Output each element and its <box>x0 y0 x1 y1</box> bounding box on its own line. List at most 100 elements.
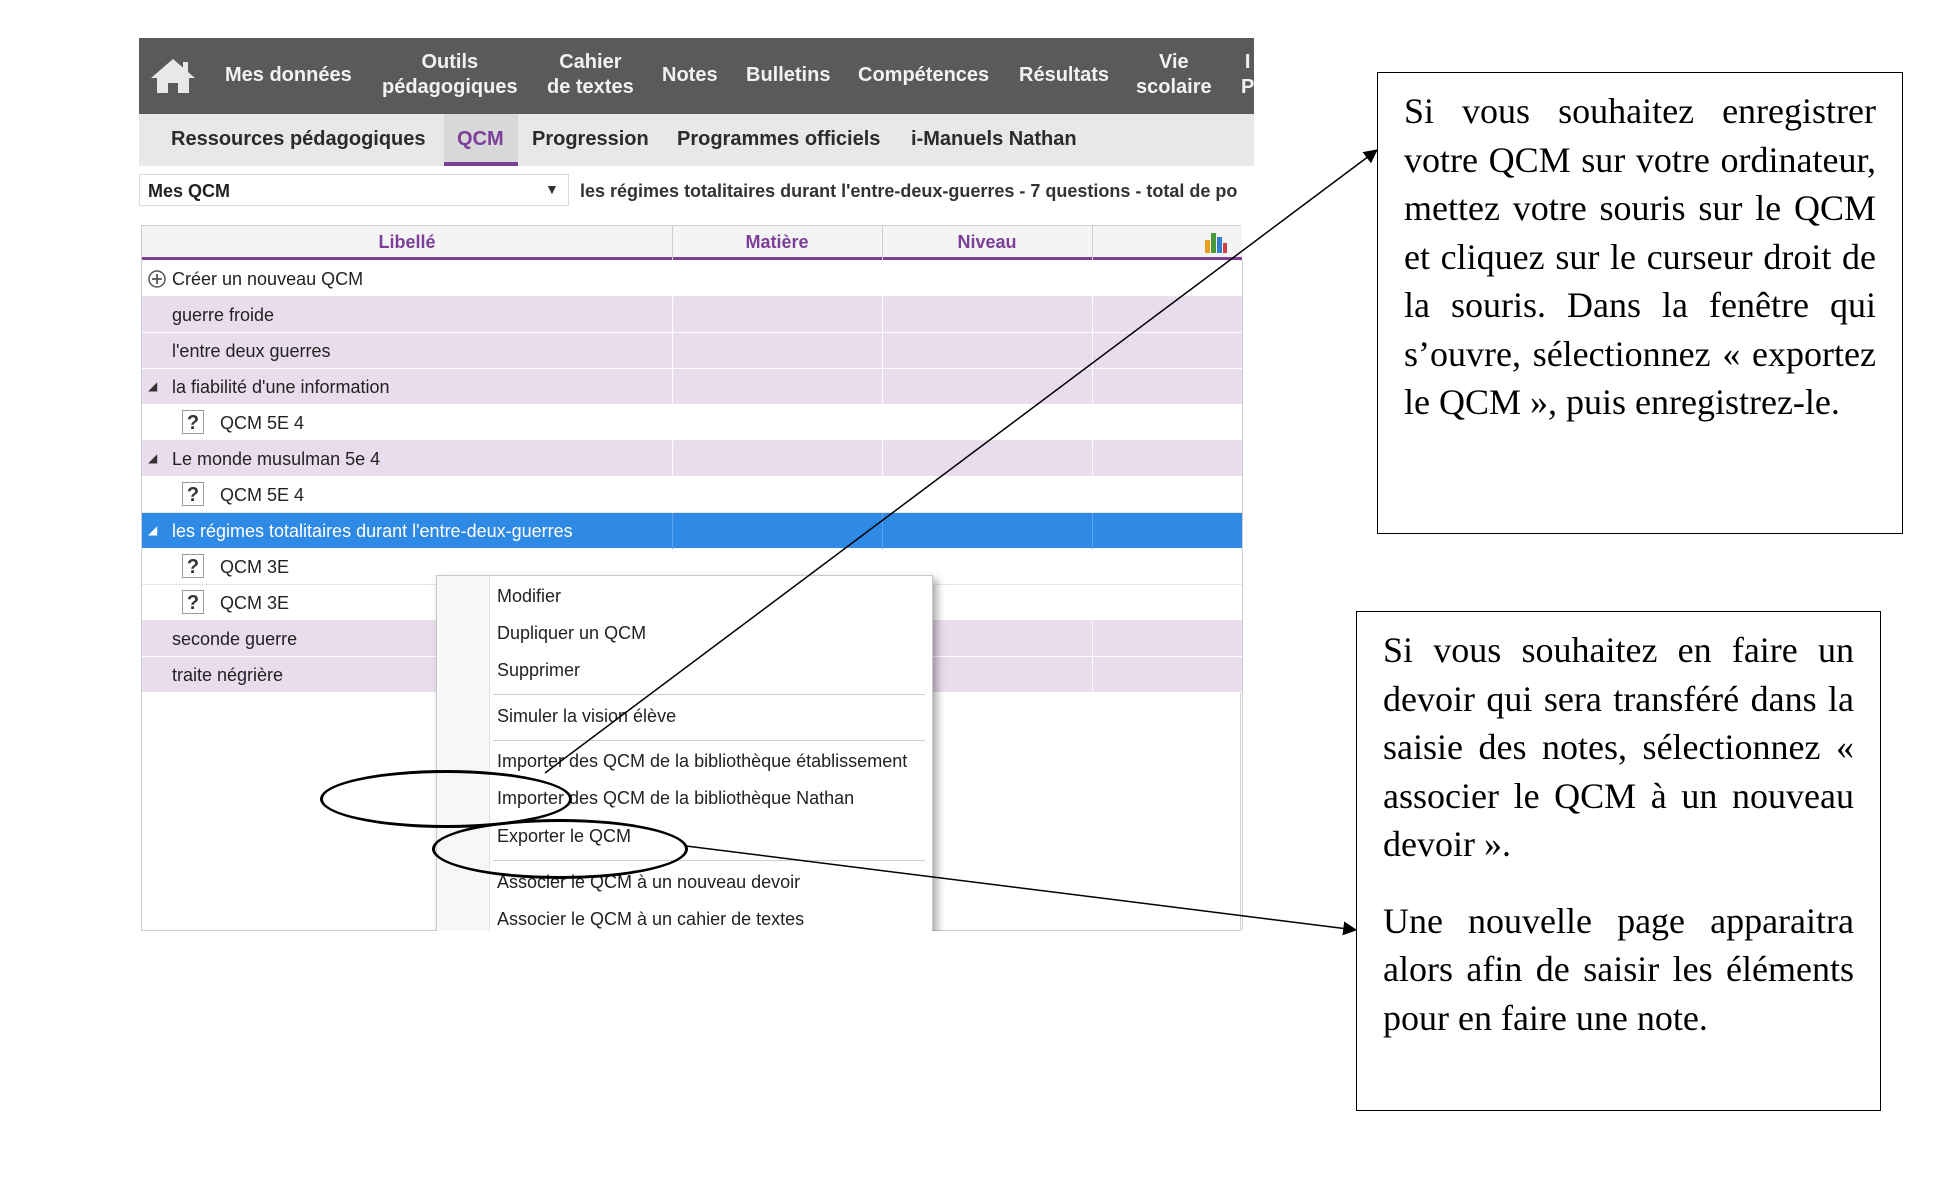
cell-divider <box>672 297 673 333</box>
top-navigation: Mes données Outils pédagogiques Cahier d… <box>139 38 1254 114</box>
tab-programmes-officiels[interactable]: Programmes officiels <box>677 128 880 151</box>
column-divider <box>1092 226 1093 260</box>
tab-i-manuels-nathan[interactable]: i-Manuels Nathan <box>911 128 1077 151</box>
nav-label-line: P <box>1241 76 1254 98</box>
highlight-associer-ellipse <box>432 819 688 879</box>
cell-divider <box>1092 297 1093 333</box>
chevron-down-icon[interactable]: ▼ <box>545 181 559 197</box>
row-label: les régimes totalitaires durant l'entre-… <box>172 521 573 541</box>
menu-item-simuler[interactable]: Simuler la vision élève <box>497 706 676 727</box>
qcm-question-icon: ? <box>182 482 204 506</box>
nav-resultats[interactable]: Résultats <box>1019 63 1109 88</box>
plus-circle-icon <box>148 270 166 288</box>
nav-truncated[interactable]: I P <box>1241 50 1254 100</box>
menu-separator <box>493 740 925 741</box>
qcm-question-icon: ? <box>182 554 204 578</box>
menu-item-dupliquer[interactable]: Dupliquer un QCM <box>497 623 646 644</box>
row-label: la fiabilité d'une information <box>172 377 390 397</box>
row-label: l'entre deux guerres <box>172 341 331 361</box>
cell-divider <box>882 369 883 405</box>
column-header-niveau[interactable]: Niveau <box>882 232 1092 253</box>
cell-divider <box>882 333 883 369</box>
table-row-selected[interactable]: ◢ les régimes totalitaires durant l'entr… <box>142 513 1242 549</box>
bar-chart-icon[interactable] <box>1204 230 1228 254</box>
cell-divider <box>1092 333 1093 369</box>
table-row[interactable]: ? QCM 5E 4 <box>142 477 1242 513</box>
cell-divider <box>882 513 883 549</box>
sub-navigation: Ressources pédagogiques QCM Progression … <box>139 114 1254 166</box>
column-header-matiere[interactable]: Matière <box>672 232 882 253</box>
table-row[interactable]: ◢ Le monde musulman 5e 4 <box>142 441 1242 477</box>
cell-divider <box>672 441 673 477</box>
row-label: QCM 5E 4 <box>220 485 305 505</box>
nav-label-line: I <box>1244 51 1251 73</box>
qcm-dropdown[interactable]: Mes QCM ▼ <box>139 174 569 206</box>
cell-divider <box>882 441 883 477</box>
menu-item-associer-cahier[interactable]: Associer le QCM à un cahier de textes <box>497 909 804 930</box>
cell-divider <box>1092 369 1093 405</box>
nav-label-line: Cahier <box>559 51 622 73</box>
menu-item-supprimer[interactable]: Supprimer <box>497 660 580 681</box>
nav-outils-pedagogiques[interactable]: Outils pédagogiques <box>382 50 518 100</box>
cell-divider <box>672 369 673 405</box>
create-qcm-row[interactable]: Créer un nouveau QCM <box>142 261 1242 297</box>
tab-ressources-pedagogiques[interactable]: Ressources pédagogiques <box>171 128 426 151</box>
menu-item-importer-etablissement[interactable]: Importer des QCM de la bibliothèque étab… <box>497 751 907 772</box>
menu-separator <box>493 694 925 695</box>
cell-divider <box>672 513 673 549</box>
callout-devoir-text-1: Si vous souhaitez en faire un devoir qui… <box>1383 630 1854 864</box>
nav-label-line: Vie <box>1158 51 1189 73</box>
table-row[interactable]: ◢ la fiabilité d'une information <box>142 369 1242 405</box>
table-row[interactable]: guerre froide <box>142 297 1242 333</box>
cell-divider <box>672 333 673 369</box>
collapse-triangle-icon[interactable]: ◢ <box>148 523 157 537</box>
nav-bulletins[interactable]: Bulletins <box>746 63 830 88</box>
home-icon[interactable] <box>149 56 197 96</box>
cell-divider <box>1092 657 1093 693</box>
row-label: Le monde musulman 5e 4 <box>172 449 381 469</box>
nav-vie-scolaire[interactable]: Vie scolaire <box>1136 50 1212 100</box>
table-row[interactable]: l'entre deux guerres <box>142 333 1242 369</box>
table-header: Libellé Matière Niveau <box>142 226 1242 260</box>
row-label: traite négrière <box>172 665 284 685</box>
context-menu: Modifier Dupliquer un QCM Supprimer Simu… <box>436 575 933 931</box>
dropdown-value: Mes QCM <box>148 181 231 201</box>
collapse-triangle-icon[interactable]: ◢ <box>148 451 157 465</box>
nav-notes[interactable]: Notes <box>662 63 718 88</box>
nav-label-line: de textes <box>547 76 634 98</box>
context-menu-gutter <box>437 576 490 931</box>
app-screenshot: Mes données Outils pédagogiques Cahier d… <box>139 38 1254 931</box>
qcm-question-icon: ? <box>182 590 204 614</box>
nav-label-line: scolaire <box>1136 76 1212 98</box>
scroll-divider <box>1242 260 1243 930</box>
callout-devoir: Si vous souhaitez en faire un devoir qui… <box>1356 611 1881 1111</box>
callout-export: Si vous souhaitez enregistrer votre QCM … <box>1377 72 1903 534</box>
cell-divider <box>1092 513 1093 549</box>
tab-qcm[interactable]: QCM <box>457 128 504 151</box>
menu-item-modifier[interactable]: Modifier <box>497 586 561 607</box>
cell-divider <box>1092 621 1093 657</box>
column-header-libelle[interactable]: Libellé <box>142 232 672 253</box>
nav-label-line: pédagogiques <box>382 76 518 98</box>
qcm-summary: les régimes totalitaires durant l'entre-… <box>580 181 1238 201</box>
nav-competences[interactable]: Compétences <box>858 63 989 88</box>
qcm-question-icon: ? <box>182 410 204 434</box>
row-label: guerre froide <box>172 305 275 325</box>
create-qcm-label: Créer un nouveau QCM <box>172 269 364 289</box>
cell-divider <box>1092 441 1093 477</box>
column-divider <box>882 226 883 260</box>
row-label: QCM 3E <box>220 593 290 613</box>
cell-divider <box>882 297 883 333</box>
nav-label-line: Outils <box>421 51 479 73</box>
collapse-triangle-icon[interactable]: ◢ <box>148 379 157 393</box>
row-label: QCM 3E <box>220 557 290 577</box>
row-label: seconde guerre <box>172 629 298 649</box>
tab-progression[interactable]: Progression <box>532 128 649 151</box>
column-divider <box>672 226 673 260</box>
nav-cahier-de-textes[interactable]: Cahier de textes <box>547 50 634 100</box>
table-row[interactable]: ? QCM 5E 4 <box>142 405 1242 441</box>
callout-devoir-text-2: Une nouvelle page apparaitra alors afin … <box>1383 900 1854 1038</box>
row-label: QCM 5E 4 <box>220 413 305 433</box>
nav-mes-donnees[interactable]: Mes données <box>225 63 352 88</box>
callout-export-text: Si vous souhaitez enregistrer votre QCM … <box>1404 91 1876 422</box>
